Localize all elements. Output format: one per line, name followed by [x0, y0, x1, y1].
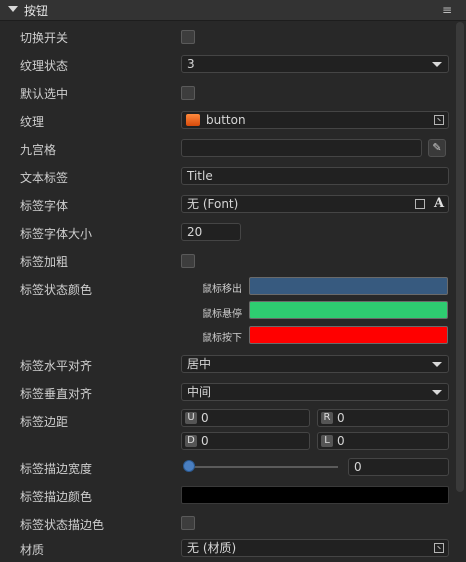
texture-state-select[interactable]: 3 [181, 55, 449, 73]
material-value: 无 (材质) [187, 541, 237, 555]
label-stroke-width-label: 标签描边宽度 [20, 462, 93, 476]
toggle-label: 切换开关 [20, 31, 69, 45]
stroke-width-slider-track[interactable] [186, 466, 338, 468]
label-h-align-label: 标签水平对齐 [20, 359, 93, 373]
label-v-align-label: 标签垂直对齐 [20, 387, 93, 401]
padding-left-value: 0 [337, 434, 345, 448]
texture-field[interactable]: button [181, 111, 449, 129]
vertical-scrollbar[interactable] [456, 22, 464, 492]
padding-bottom-value: 0 [201, 434, 209, 448]
texture-thumbnail [186, 114, 200, 126]
label-stroke-color-label: 标签描边颜色 [20, 490, 93, 504]
chevron-down-icon [432, 390, 442, 395]
text-label-value: Title [187, 169, 213, 183]
state-mouse-hover-color[interactable] [249, 301, 448, 319]
label-font-label: 标签字体 [20, 199, 69, 213]
label-h-align-value: 居中 [187, 357, 212, 371]
pencil-icon: ✎ [432, 141, 442, 154]
label-bold-checkbox[interactable] [181, 254, 195, 268]
state-mouse-down-label: 鼠标按下 [202, 333, 242, 344]
state-mouse-out-color[interactable] [249, 277, 448, 295]
texture-value: button [206, 113, 246, 127]
label-font-size-value: 20 [187, 225, 203, 239]
label-bold-label: 标签加粗 [20, 255, 69, 269]
state-mouse-out-label: 鼠标移出 [202, 284, 242, 295]
default-selected-checkbox[interactable] [181, 86, 195, 100]
edit-nine-slice-button[interactable]: ✎ [428, 139, 446, 157]
text-label-label: 文本标签 [20, 171, 69, 185]
padding-top-value: 0 [201, 411, 209, 425]
padding-bottom-tag: D [185, 435, 197, 447]
padding-right-value: 0 [337, 411, 345, 425]
stroke-width-slider-knob[interactable] [183, 460, 195, 472]
label-font-size-input[interactable]: 20 [181, 223, 241, 241]
label-state-color-label: 标签状态颜色 [20, 283, 93, 297]
padding-right-input[interactable]: R 0 [317, 409, 449, 427]
texture-state-value: 3 [187, 57, 195, 71]
state-mouse-down-color[interactable] [249, 326, 448, 344]
chevron-down-icon [432, 362, 442, 367]
nine-slice-label: 九宫格 [20, 143, 57, 157]
label-v-align-value: 中间 [187, 385, 212, 399]
label-font-field[interactable]: 无 (Font) [181, 195, 449, 213]
asset-picker-icon[interactable] [434, 115, 444, 125]
padding-left-tag: L [321, 435, 333, 447]
label-font-size-label: 标签字体大小 [20, 227, 93, 241]
text-label-input[interactable]: Title [181, 167, 449, 185]
font-picker-icon[interactable] [415, 199, 425, 209]
nine-slice-field[interactable] [181, 139, 422, 157]
padding-top-input[interactable]: U 0 [181, 409, 310, 427]
section-header[interactable]: 按钮 ≡ [0, 0, 466, 21]
label-h-align-select[interactable]: 居中 [181, 355, 449, 373]
padding-top-tag: U [185, 412, 197, 424]
stroke-color-swatch[interactable] [181, 486, 449, 504]
padding-bottom-input[interactable]: D 0 [181, 432, 310, 450]
padding-right-tag: R [321, 412, 333, 424]
stroke-width-value: 0 [354, 460, 362, 474]
chevron-down-icon [432, 62, 442, 67]
toggle-checkbox[interactable] [181, 30, 195, 44]
state-mouse-hover-label: 鼠标悬停 [202, 309, 242, 320]
section-menu-icon[interactable]: ≡ [442, 3, 452, 17]
default-selected-label: 默认选中 [20, 87, 69, 101]
material-label: 材质 [20, 543, 45, 557]
label-font-value: 无 (Font) [187, 197, 239, 211]
section-title: 按钮 [24, 4, 49, 18]
label-state-stroke-label: 标签状态描边色 [20, 518, 105, 532]
asset-picker-icon[interactable] [434, 543, 444, 553]
material-field[interactable]: 无 (材质) [181, 539, 449, 557]
label-state-stroke-checkbox[interactable] [181, 516, 195, 530]
label-padding-label: 标签边距 [20, 415, 69, 429]
stroke-width-input[interactable]: 0 [348, 458, 449, 476]
label-v-align-select[interactable]: 中间 [181, 383, 449, 401]
texture-label: 纹理 [20, 115, 45, 129]
collapse-arrow-icon[interactable] [8, 6, 18, 12]
padding-left-input[interactable]: L 0 [317, 432, 449, 450]
font-A-icon[interactable]: A [434, 196, 444, 211]
texture-state-label: 纹理状态 [20, 59, 69, 73]
